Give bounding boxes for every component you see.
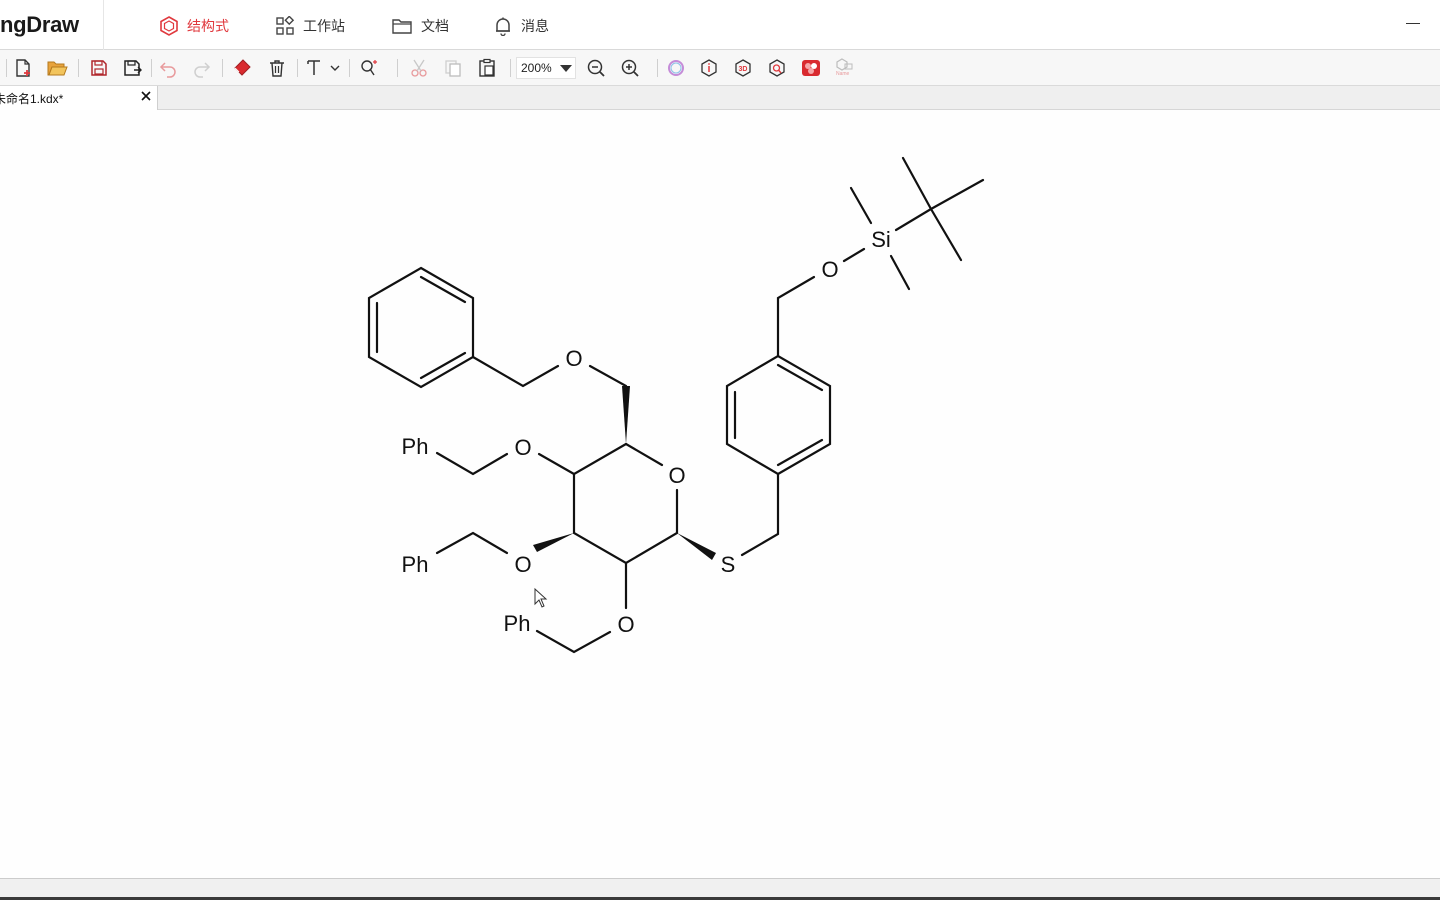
new-file-icon xyxy=(16,59,30,77)
molecule-bonds xyxy=(367,156,985,654)
divider xyxy=(151,59,152,77)
redo-button[interactable] xyxy=(191,57,213,79)
copy-button[interactable] xyxy=(442,57,464,79)
paste-icon xyxy=(479,58,495,77)
redo-icon xyxy=(194,62,211,78)
zoom-in-icon xyxy=(621,59,639,77)
copy-icon xyxy=(445,60,461,77)
paste-button[interactable] xyxy=(476,57,498,79)
undo-button[interactable] xyxy=(157,57,179,79)
structure-check-icon xyxy=(361,60,377,76)
tab-messages-label: 消息 xyxy=(521,18,549,34)
divider xyxy=(78,59,79,77)
tab-workstation-label: 工作站 xyxy=(303,18,345,34)
open-folder-icon xyxy=(47,61,68,76)
atom-label-s: S xyxy=(721,552,736,577)
document-tab[interactable]: 未命名1.kdx* xyxy=(0,86,158,110)
divider xyxy=(297,59,298,77)
folder-icon xyxy=(392,19,412,34)
divider xyxy=(349,59,350,77)
document-tab-label: 未命名1.kdx* xyxy=(0,92,64,106)
divider xyxy=(510,59,511,77)
title-bar: ngDraw 结构式 工作站 文档 消息 xyxy=(0,0,1440,50)
text-style-icon xyxy=(307,60,340,75)
cut-button[interactable] xyxy=(408,57,430,79)
atom-label-o: O xyxy=(821,257,838,282)
save-as-button[interactable] xyxy=(122,57,144,79)
tab-messages[interactable]: 消息 xyxy=(493,14,549,38)
ring-button[interactable] xyxy=(665,57,687,79)
info-button[interactable] xyxy=(698,57,720,79)
name-tool-label: Name xyxy=(836,71,850,77)
cut-icon xyxy=(411,59,427,77)
grid-icon xyxy=(276,16,295,35)
atom-label-o: O xyxy=(514,435,531,460)
hexagon-icon xyxy=(160,16,178,36)
chevron-down-icon xyxy=(560,65,572,72)
save-button[interactable] xyxy=(88,57,110,79)
tab-structure-label: 结构式 xyxy=(187,18,229,34)
3d-button[interactable]: 3D xyxy=(732,57,754,79)
zoom-value: 200% xyxy=(521,61,552,75)
atom-label-o: O xyxy=(565,346,582,371)
save-as-icon xyxy=(124,60,142,76)
wedge-bonds xyxy=(533,386,716,560)
eraser-button[interactable] xyxy=(231,57,253,79)
divider xyxy=(397,59,398,77)
undo-icon xyxy=(159,62,176,78)
molecule-structure[interactable]: O O O O O S O Si Ph Ph Ph xyxy=(0,110,1440,878)
atom-label-ph: Ph xyxy=(402,434,429,459)
svg-text:3D: 3D xyxy=(739,66,748,73)
document-tab-strip: 未命名1.kdx* xyxy=(0,86,1440,110)
molecule-render-button[interactable] xyxy=(800,57,822,79)
atom-label-o: O xyxy=(668,463,685,488)
delete-icon xyxy=(270,60,284,77)
atom-label-ph: Ph xyxy=(504,611,531,636)
molecule-render-icon xyxy=(802,60,820,76)
drawing-canvas[interactable]: O O O O O S O Si Ph Ph Ph xyxy=(0,110,1440,878)
status-bar xyxy=(0,878,1440,900)
atom-label-ph: Ph xyxy=(402,552,429,577)
close-icon[interactable] xyxy=(139,89,153,103)
open-button[interactable] xyxy=(46,57,68,79)
zoom-in-button[interactable] xyxy=(619,57,641,79)
divider xyxy=(222,59,223,77)
atom-label-o: O xyxy=(617,612,634,637)
info-icon xyxy=(701,59,717,77)
structure-check-button[interactable] xyxy=(358,57,380,79)
ring-icon xyxy=(668,60,684,76)
save-icon xyxy=(91,60,107,76)
tab-documents-label: 文档 xyxy=(421,18,449,34)
atom-labels: O O O O O S O Si Ph Ph Ph xyxy=(402,227,891,637)
zoom-out-button[interactable] xyxy=(585,57,607,79)
zoom-select[interactable]: 200% xyxy=(516,57,576,79)
atom-label-si: Si xyxy=(871,227,891,252)
3d-icon: 3D xyxy=(735,59,751,77)
divider xyxy=(6,59,7,77)
delete-button[interactable] xyxy=(266,57,288,79)
search-structure-button[interactable] xyxy=(766,57,788,79)
zoom-out-icon xyxy=(587,59,605,77)
app-name: ngDraw xyxy=(0,12,79,37)
mouse-cursor-icon xyxy=(534,587,548,608)
minimize-button[interactable] xyxy=(1406,16,1420,30)
divider xyxy=(657,59,658,77)
tab-workstation[interactable]: 工作站 xyxy=(275,14,345,38)
new-file-button[interactable] xyxy=(12,57,34,79)
tab-structure[interactable]: 结构式 xyxy=(159,14,229,38)
eraser-icon xyxy=(234,59,251,76)
bell-icon xyxy=(496,17,510,36)
tab-documents[interactable]: 文档 xyxy=(391,14,449,38)
divider xyxy=(103,0,104,50)
toolbar: 3D Name xyxy=(0,50,1440,86)
search-structure-icon xyxy=(769,59,785,77)
text-style-dropdown[interactable] xyxy=(304,57,344,79)
atom-label-o: O xyxy=(514,552,531,577)
